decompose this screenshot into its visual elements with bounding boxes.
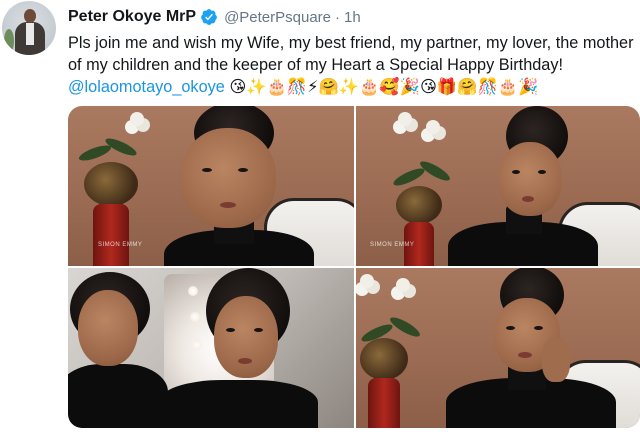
tweet-emojis: 😘✨🎂🎊⚡🤗✨🎂🥰🎉😘🎁🤗🎊🎂🎉 bbox=[229, 78, 539, 96]
photo-1[interactable]: SIMON EMMY bbox=[68, 106, 354, 266]
photo-watermark: SIMON EMMY bbox=[370, 242, 415, 248]
plant-leaf bbox=[387, 314, 423, 340]
photo-watermark: SIMON EMMY bbox=[98, 242, 143, 248]
portrait-eye bbox=[202, 168, 212, 172]
avatar-plant bbox=[4, 29, 14, 53]
orchid-flower bbox=[398, 112, 412, 126]
portrait-eye bbox=[534, 326, 543, 330]
avatar[interactable] bbox=[2, 1, 56, 55]
portrait-lips bbox=[220, 202, 236, 208]
portrait-face bbox=[498, 142, 562, 216]
red-vase bbox=[93, 204, 129, 266]
orchid-flower bbox=[130, 112, 144, 126]
orchid-flower bbox=[360, 274, 374, 288]
mirror-bulb bbox=[192, 340, 202, 350]
portrait-lips bbox=[238, 358, 252, 364]
portrait-lips bbox=[518, 352, 532, 358]
portrait-face bbox=[214, 296, 278, 378]
portrait-eye bbox=[506, 326, 515, 330]
orchid-flower bbox=[396, 278, 410, 292]
mirror-bulb bbox=[190, 312, 200, 322]
photo-4[interactable] bbox=[356, 268, 640, 428]
orchid-flower bbox=[426, 120, 440, 134]
mention-link[interactable]: @lolaomotayo_okoye bbox=[68, 78, 225, 96]
photo-2[interactable]: SIMON EMMY bbox=[356, 106, 640, 266]
tweet-body: Pls join me and wish my Wife, my best fr… bbox=[68, 34, 634, 74]
mirror-bulb bbox=[188, 286, 198, 296]
media-grid: SIMON EMMY SIMON EMMY bbox=[68, 106, 640, 428]
gold-bowl bbox=[396, 186, 442, 224]
portrait-lips bbox=[522, 196, 534, 202]
portrait-eye bbox=[238, 168, 248, 172]
gold-bowl bbox=[360, 338, 408, 380]
gold-bowl bbox=[84, 162, 138, 206]
user-handle[interactable]: @PeterPsquare bbox=[224, 9, 331, 26]
photo-3[interactable] bbox=[68, 268, 354, 428]
verified-badge-icon bbox=[200, 8, 218, 26]
timestamp[interactable]: 1h bbox=[344, 9, 361, 26]
avatar-shirt bbox=[26, 23, 34, 45]
display-name[interactable]: Peter Okoye MrP bbox=[68, 8, 196, 26]
header-separator: · bbox=[335, 8, 341, 26]
tweet[interactable]: Peter Okoye MrP @PeterPsquare · 1h Pls j… bbox=[0, 0, 640, 435]
tweet-header: Peter Okoye MrP @PeterPsquare · 1h bbox=[68, 6, 361, 28]
portrait-torso bbox=[158, 380, 318, 428]
portrait-eye bbox=[538, 170, 546, 174]
tweet-text: Pls join me and wish my Wife, my best fr… bbox=[68, 32, 636, 98]
reflection-torso bbox=[68, 364, 168, 428]
portrait-eye bbox=[254, 328, 263, 332]
portrait-face bbox=[180, 128, 276, 228]
portrait-hand bbox=[542, 338, 570, 382]
red-vase bbox=[368, 378, 400, 428]
avatar-head bbox=[24, 9, 36, 23]
plant-leaf bbox=[77, 142, 113, 164]
reflection-face bbox=[78, 290, 138, 366]
portrait-eye bbox=[512, 170, 520, 174]
portrait-eye bbox=[226, 328, 235, 332]
